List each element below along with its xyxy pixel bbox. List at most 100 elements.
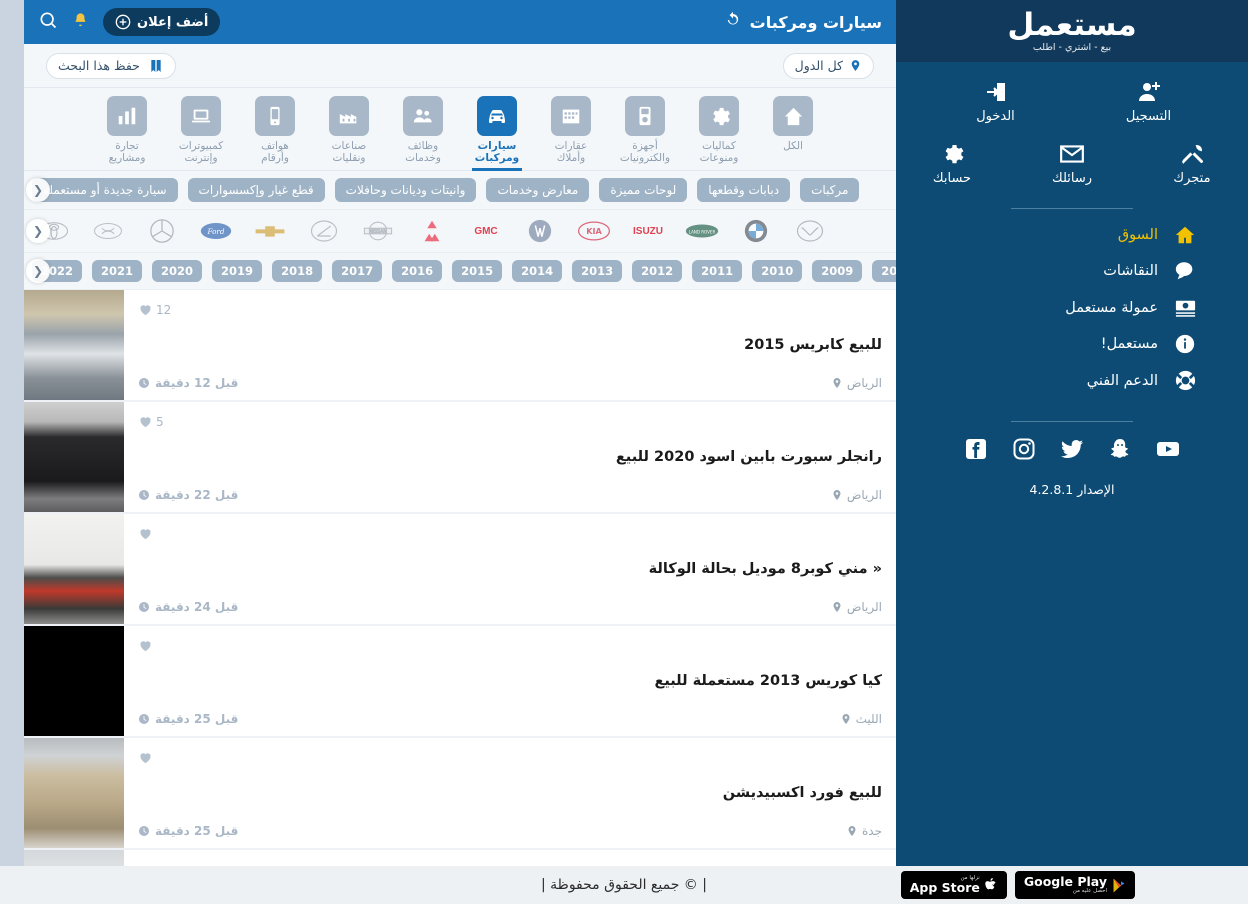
add-listing-button[interactable]: أضف إعلان bbox=[103, 8, 220, 36]
bookmark-icon bbox=[148, 58, 164, 74]
year-2012[interactable]: 2012 bbox=[632, 260, 682, 282]
country-selector[interactable]: كل الدول bbox=[783, 53, 874, 79]
listing-likes[interactable]: 5 bbox=[138, 414, 164, 429]
listing-location: الرياض bbox=[831, 376, 882, 390]
category-tab-misc[interactable]: كماليات ومنوعات bbox=[690, 96, 748, 170]
logo-word: مستعمل bbox=[1007, 10, 1136, 41]
listing-likes[interactable] bbox=[138, 638, 156, 653]
chip-bikes[interactable]: دبابات وقطعها bbox=[697, 178, 790, 202]
app-version: الإصدار 4.2.8.1 bbox=[896, 482, 1248, 497]
laptop-icon bbox=[181, 96, 221, 136]
brand-mazda[interactable] bbox=[792, 218, 828, 244]
year-2014[interactable]: 2014 bbox=[512, 260, 562, 282]
brand-buick[interactable] bbox=[522, 218, 558, 244]
listing-row[interactable]: رانجلر سبورت بابين اسود 2020 للبيع الريا… bbox=[24, 402, 896, 512]
listing-location: جدة bbox=[846, 824, 882, 838]
login-button[interactable]: الدخول bbox=[948, 78, 1043, 124]
category-tab-electronics[interactable]: أجهزة والكترونيات bbox=[616, 96, 674, 170]
brand-bmw[interactable] bbox=[738, 218, 774, 244]
youtube-icon[interactable] bbox=[1155, 436, 1181, 462]
refresh-icon[interactable] bbox=[724, 11, 742, 33]
top-bar-right: سيارات ومركبات bbox=[724, 11, 882, 33]
brand-chevrolet[interactable] bbox=[252, 218, 288, 244]
chip-vans-buses[interactable]: وانيتات وديانات وحافلات bbox=[335, 178, 477, 202]
tools-icon bbox=[1148, 140, 1236, 168]
sidebar-item-commission[interactable]: عمولة مستعمل bbox=[936, 289, 1208, 326]
listing-location-label: الرياض bbox=[847, 488, 882, 502]
year-2017[interactable]: 2017 bbox=[332, 260, 382, 282]
register-label: التسجيل bbox=[1101, 109, 1196, 124]
category-tab-cars[interactable]: سيارات ومركبات bbox=[468, 96, 526, 170]
listing-likes[interactable]: 12 bbox=[138, 302, 171, 317]
brand-nissan[interactable]: NISSAN bbox=[360, 218, 396, 244]
logo[interactable]: مستعمل بيع - اشتري - اطلب bbox=[896, 0, 1248, 62]
brand-hyundai[interactable] bbox=[90, 218, 126, 244]
listing-row-partial[interactable] bbox=[24, 850, 896, 866]
brand-land-rover[interactable]: LAND ROVER bbox=[684, 218, 720, 244]
app-store-badge[interactable]: نزلها من App Store bbox=[901, 871, 1007, 899]
year-2020[interactable]: 2020 bbox=[152, 260, 202, 282]
year-2010[interactable]: 2010 bbox=[752, 260, 802, 282]
listing-body: « مني كوبر8 موديل بحالة الوكالة الرياض ق… bbox=[124, 514, 896, 624]
bell-icon[interactable] bbox=[72, 12, 89, 33]
google-play-badge[interactable]: Google Play احصل عليه من bbox=[1015, 871, 1135, 899]
listing-like-count: 12 bbox=[156, 303, 171, 317]
heart-icon bbox=[138, 526, 153, 541]
twitter-icon[interactable] bbox=[1059, 436, 1085, 462]
instagram-icon[interactable] bbox=[1011, 436, 1037, 462]
register-button[interactable]: التسجيل bbox=[1101, 78, 1196, 124]
sidebar-item-about[interactable]: مستعمل! bbox=[936, 326, 1208, 362]
account-button[interactable]: حسابك bbox=[908, 140, 996, 186]
chevron-left-icon-years[interactable]: ❮ bbox=[26, 259, 50, 283]
sidebar-item-market[interactable]: السوق bbox=[936, 217, 1208, 253]
snapchat-icon[interactable] bbox=[1107, 436, 1133, 462]
listing-likes[interactable] bbox=[138, 526, 156, 541]
brand-kia[interactable]: KIA bbox=[576, 218, 612, 244]
chevron-left-icon-chips[interactable]: ❮ bbox=[26, 178, 50, 202]
listing-location: الليث bbox=[840, 712, 882, 726]
year-2015[interactable]: 2015 bbox=[452, 260, 502, 282]
messages-button[interactable]: رسائلك bbox=[1028, 140, 1116, 186]
year-2009[interactable]: 2009 bbox=[812, 260, 862, 282]
category-tab-phones[interactable]: هواتف وأرقام bbox=[246, 96, 304, 170]
brand-isuzu[interactable]: ISUZU bbox=[630, 218, 666, 244]
sidebar-item-discussions[interactable]: النقاشات bbox=[936, 253, 1208, 289]
facebook-icon[interactable] bbox=[963, 436, 989, 462]
brand-gmc[interactable]: GMC bbox=[468, 218, 504, 244]
year-2013[interactable]: 2013 bbox=[572, 260, 622, 282]
brand-mercedes[interactable] bbox=[144, 218, 180, 244]
listing-row[interactable]: كيا كوريس 2013 مستعملة للبيع الليث قبل 2… bbox=[24, 626, 896, 736]
year-2019[interactable]: 2019 bbox=[212, 260, 262, 282]
sidebar-item-support[interactable]: الدعم الفني bbox=[936, 362, 1208, 399]
search-icon[interactable] bbox=[38, 10, 58, 34]
year-2016[interactable]: 2016 bbox=[392, 260, 442, 282]
listing-row[interactable]: للبيع كابريس 2015 الرياض قبل 12 دقيقة 12 bbox=[24, 290, 896, 400]
chip-plates[interactable]: لوحات مميزة bbox=[599, 178, 687, 202]
category-tab-jobs[interactable]: وظائف وخدمات bbox=[394, 96, 452, 170]
chevron-left-icon-brands[interactable]: ❮ bbox=[26, 219, 50, 243]
listing-row[interactable]: للبيع فورد اكسبيديشن جدة قبل 25 دقيقة bbox=[24, 738, 896, 848]
store-button[interactable]: متجرك bbox=[1148, 140, 1236, 186]
brand-mitsubishi[interactable] bbox=[414, 218, 450, 244]
year-2021[interactable]: 2021 bbox=[92, 260, 142, 282]
chip-new-used[interactable]: سيارة جديدة أو مستعملة bbox=[32, 178, 178, 202]
listing-likes[interactable] bbox=[138, 750, 156, 765]
envelope-icon bbox=[1028, 140, 1116, 168]
chip-vehicles[interactable]: مركبات bbox=[800, 178, 859, 202]
chip-parts[interactable]: قطع غيار وإكسسوارات bbox=[188, 178, 325, 202]
year-2011[interactable]: 2011 bbox=[692, 260, 742, 282]
category-tab-all[interactable]: الكل bbox=[764, 96, 822, 170]
year-2018[interactable]: 2018 bbox=[272, 260, 322, 282]
listing-row[interactable]: « مني كوبر8 موديل بحالة الوكالة الرياض ق… bbox=[24, 514, 896, 624]
category-tab-computers[interactable]: كمبيوترات وإنترنت bbox=[172, 96, 230, 170]
year-2008[interactable]: 2008 bbox=[872, 260, 896, 282]
save-search-button[interactable]: حفظ هذا البحث bbox=[46, 53, 176, 79]
category-tab-trade[interactable]: تجارة ومشاريع bbox=[98, 96, 156, 170]
category-tab-industry[interactable]: صناعات ونقليات bbox=[320, 96, 378, 170]
category-tab-realestate[interactable]: عقارات وأملاك bbox=[542, 96, 600, 170]
chip-showrooms[interactable]: معارض وخدمات bbox=[486, 178, 589, 202]
brand-lexus[interactable] bbox=[306, 218, 342, 244]
lifebuoy-icon bbox=[1172, 369, 1198, 392]
brand-ford[interactable]: Ford bbox=[198, 218, 234, 244]
social-links bbox=[896, 436, 1248, 462]
